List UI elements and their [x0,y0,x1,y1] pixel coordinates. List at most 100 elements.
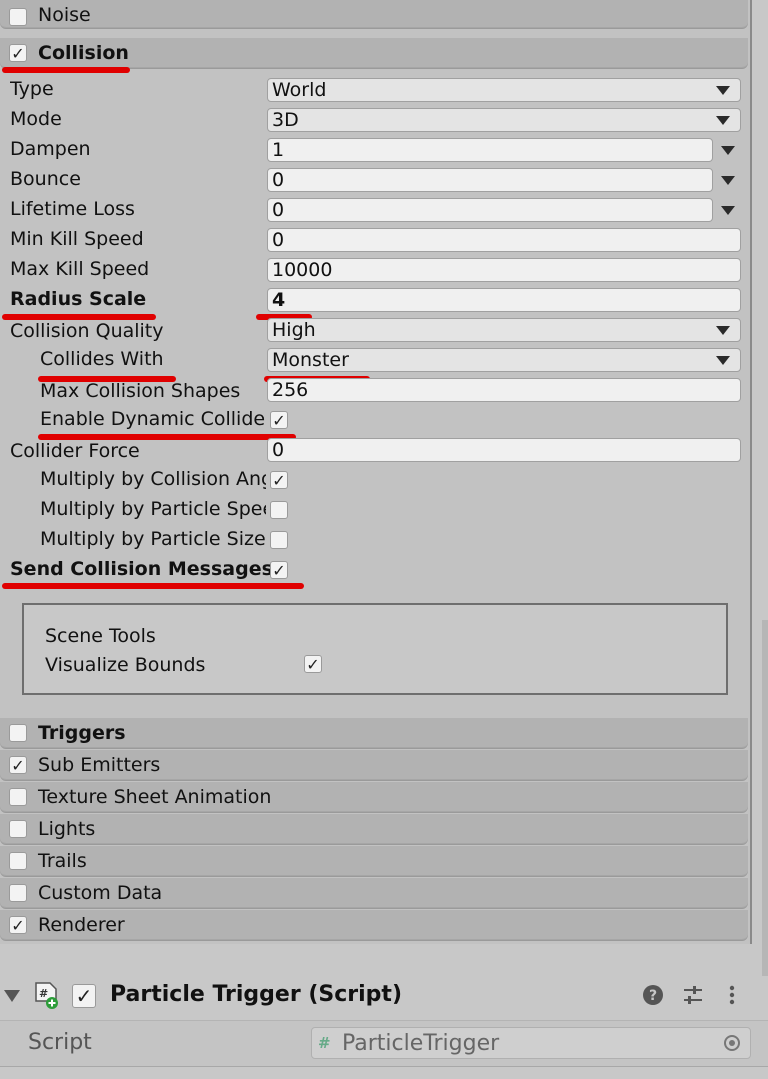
collides-with-label: Collides With [40,348,164,370]
module-toggle-lights[interactable] [9,820,27,838]
multiply-particle-size-label: Multiply by Particle Size [40,528,266,550]
object-picker-icon[interactable] [724,1035,740,1051]
visualize-bounds-checkbox[interactable]: ✓ [304,655,322,673]
curve-mode-arrow-icon[interactable] [721,176,735,185]
dampen-label: Dampen [10,138,91,160]
module-title-custom-data: Custom Data [38,882,163,904]
multiply-collision-angle-checkbox[interactable]: ✓ [270,471,288,489]
collider-force-label: Collider Force [10,440,140,462]
max-kill-speed-field[interactable]: 10000 [267,258,741,282]
collides-with-value: Monster [272,349,349,371]
module-header-lights[interactable]: Lights [0,814,748,845]
visualize-bounds-label: Visualize Bounds [45,654,206,676]
send-collision-messages-checkbox[interactable]: ✓ [270,561,288,579]
row-bounce: Bounce 0 [0,165,748,195]
module-title-texture-sheet-animation: Texture Sheet Animation [38,786,272,808]
bounce-field[interactable]: 0 [267,168,713,192]
lifetime-loss-field[interactable]: 0 [267,198,713,222]
type-label: Type [10,78,54,100]
enable-dynamic-colliders-checkbox[interactable]: ✓ [270,411,288,429]
module-toggle-custom-data[interactable] [9,884,27,902]
dampen-field[interactable]: 1 [267,138,713,162]
multiply-particle-speed-checkbox[interactable] [270,501,288,519]
type-value: World [272,79,327,101]
sliders-icon[interactable] [682,984,704,1006]
type-dropdown[interactable]: World [267,78,741,102]
row-enable-dynamic-colliders: Enable Dynamic Collider ✓ [0,405,748,435]
lifetime-loss-label: Lifetime Loss [10,198,135,220]
scrollbar-edge[interactable] [762,620,768,980]
module-toggle-sub-emitters[interactable]: ✓ [9,756,27,774]
curve-mode-arrow-icon[interactable] [721,146,735,155]
radius-scale-field[interactable]: 4 [267,288,741,312]
dropdown-arrow-icon [716,86,730,95]
help-icon[interactable]: ? [642,984,664,1006]
cs-script-icon: # [318,1034,331,1052]
module-header-noise[interactable]: Noise [0,0,748,29]
max-collision-shapes-field[interactable]: 256 [267,378,741,402]
mode-dropdown[interactable]: 3D [267,108,741,132]
row-multiply-particle-size: Multiply by Particle Size [0,525,748,555]
row-type: Type World [0,75,748,105]
module-header-texture-sheet-animation[interactable]: Texture Sheet Animation [0,782,748,813]
cs-script-add-icon: # [35,982,58,1009]
bottom-divider [0,1066,768,1079]
row-script: Script # ParticleTrigger [0,1020,768,1066]
curve-mode-arrow-icon[interactable] [721,206,735,215]
kebab-menu-icon[interactable] [724,984,740,1006]
row-max-kill-speed: Max Kill Speed 10000 [0,255,748,285]
module-title-renderer: Renderer [38,914,125,936]
module-toggle-collision[interactable]: ✓ [9,44,27,62]
row-max-collision-shapes: Max Collision Shapes 256 [0,375,748,405]
mode-label: Mode [10,108,62,130]
multiply-particle-speed-label: Multiply by Particle Speed [40,498,266,520]
highlight-underline-collision [2,67,130,73]
module-title-trails: Trails [38,850,87,872]
module-header-collision[interactable]: ✓ Collision [0,38,748,69]
collider-force-field[interactable]: 0 [267,438,741,462]
triangle-down-icon[interactable] [4,990,20,1002]
script-object-field[interactable]: # ParticleTrigger [311,1027,751,1059]
module-header-renderer[interactable]: ✓ Renderer [0,910,748,941]
collision-quality-label: Collision Quality [10,320,164,342]
min-kill-speed-field[interactable]: 0 [267,228,741,252]
row-dampen: Dampen 1 [0,135,748,165]
highlight-underline-send-messages [2,583,304,589]
module-header-triggers[interactable]: Triggers [0,718,748,749]
multiply-collision-angle-label: Multiply by Collision Angle [40,468,266,490]
max-kill-speed-label: Max Kill Speed [10,258,150,280]
module-header-trails[interactable]: Trails [0,846,748,877]
module-header-sub-emitters[interactable]: ✓ Sub Emitters [0,750,748,781]
collision-quality-value: High [272,319,316,341]
module-title-noise: Noise [38,4,91,26]
component-title: Particle Trigger (Script) [110,982,403,1007]
module-toggle-noise[interactable] [9,8,27,26]
row-mode: Mode 3D [0,105,748,135]
module-title-sub-emitters: Sub Emitters [38,754,161,776]
scene-tools-box: Scene Tools Visualize Bounds ✓ [22,603,728,695]
row-multiply-collision-angle: Multiply by Collision Angle ✓ [0,465,748,495]
svg-text:?: ? [649,988,657,1004]
component-header-particle-trigger[interactable]: # ✓ Particle Trigger (Script) ? [0,976,768,1016]
collision-quality-dropdown[interactable]: High [267,318,741,342]
row-lifetime-loss: Lifetime Loss 0 [0,195,748,225]
multiply-particle-size-checkbox[interactable] [270,531,288,549]
dropdown-arrow-icon [716,116,730,125]
module-toggle-triggers[interactable] [9,724,27,742]
dropdown-arrow-icon [716,356,730,365]
script-label: Script [28,1030,92,1055]
row-collision-quality: Collision Quality High [0,315,748,345]
collides-with-dropdown[interactable]: Monster [267,348,741,372]
bounce-label: Bounce [10,168,81,190]
module-toggle-trails[interactable] [9,852,27,870]
dropdown-arrow-icon [716,326,730,335]
component-enabled-checkbox[interactable]: ✓ [72,984,96,1008]
row-multiply-particle-speed: Multiply by Particle Speed [0,495,748,525]
module-toggle-texture-sheet-animation[interactable] [9,788,27,806]
module-header-custom-data[interactable]: Custom Data [0,878,748,909]
radius-scale-label: Radius Scale [10,288,147,310]
module-toggle-renderer[interactable]: ✓ [9,916,27,934]
row-send-collision-messages: Send Collision Messages ✓ [0,555,748,585]
scene-tools-title: Scene Tools [45,625,156,647]
module-title-triggers: Triggers [38,722,126,744]
